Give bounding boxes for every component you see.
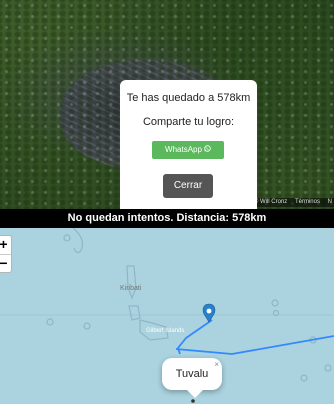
photo-attribution: © Will Cronz Términos N: [245, 198, 334, 207]
atoll-outline: [83, 322, 91, 330]
zoom-out-button[interactable]: −: [0, 254, 11, 272]
location-popup: Tuvalu ×: [162, 358, 222, 398]
result-message: Te has quedado a 578km: [126, 92, 251, 104]
route-line: [175, 319, 334, 355]
atoll-outline: [128, 305, 141, 321]
atoll-outline: [63, 234, 71, 242]
atoll-outline: [324, 364, 332, 372]
attribution-extra: N: [327, 199, 332, 205]
atoll-outline: [300, 374, 308, 382]
status-bar: No quedan intentos. Distancia: 578km: [0, 209, 334, 228]
whatsapp-button-label: WhatsApp: [165, 145, 202, 154]
popup-country-name: Tuvalu: [175, 368, 209, 380]
atoll-outline: [72, 228, 84, 254]
attribution-author: © Will Cronz: [253, 199, 288, 205]
popup-close-button[interactable]: ×: [214, 361, 219, 369]
share-label: Comparte tu logro:: [142, 116, 235, 128]
atoll-outline: [46, 318, 54, 326]
whatsapp-icon: [204, 141, 211, 159]
close-modal-button[interactable]: Cerrar: [163, 174, 213, 198]
result-modal: Te has quedado a 578km Comparte tu logro…: [120, 80, 257, 209]
atoll-outline: [126, 265, 137, 300]
whatsapp-share-button[interactable]: WhatsApp: [152, 141, 224, 159]
attribution-terms-link[interactable]: Términos: [295, 199, 320, 205]
map-view[interactable]: + − Kiribati Gilbert Islands Tuvalu ×: [0, 228, 334, 404]
map-label-kiribati: Kiribati: [120, 285, 142, 292]
atoll-outline: [271, 299, 279, 307]
location-marker-icon[interactable]: [202, 303, 216, 323]
map-label-gilbert-islands: Gilbert Islands: [146, 328, 185, 334]
zoom-in-button[interactable]: +: [0, 236, 11, 254]
zoom-control: + −: [0, 235, 12, 273]
target-point: [191, 399, 195, 403]
